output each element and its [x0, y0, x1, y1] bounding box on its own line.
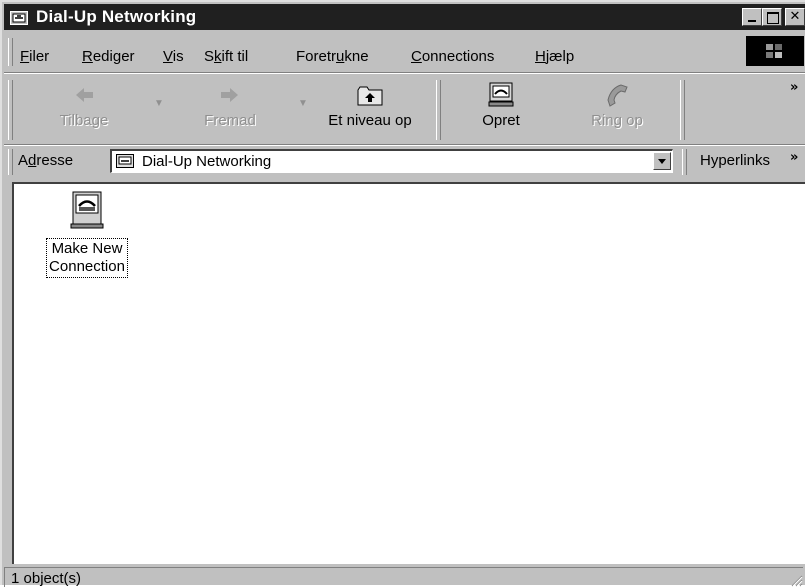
forward-button[interactable]: Fremad: [190, 82, 270, 138]
menu-filer[interactable]: Filer: [20, 48, 49, 65]
toolbar-grip[interactable]: [8, 80, 13, 140]
menu-grip[interactable]: [8, 38, 13, 66]
menu-vis[interactable]: Vis: [163, 48, 184, 65]
minimize-icon: [748, 20, 756, 22]
address-dropdown-button[interactable]: [653, 152, 671, 170]
status-bar: 1 object(s): [4, 565, 805, 587]
links-grip[interactable]: [682, 149, 687, 175]
file-list-view[interactable]: Make New Connection: [12, 182, 805, 564]
menu-connections[interactable]: Connections: [411, 48, 494, 65]
up-label: Et niveau op: [328, 112, 412, 129]
toolbar-overflow-chevron[interactable]: »: [790, 80, 798, 95]
explorer-window: Dial-Up Networking ✕ Filer Rediger Vis S…: [0, 0, 805, 587]
back-arrow-icon: [76, 88, 93, 102]
menu-skift-til[interactable]: Skift til: [204, 48, 248, 65]
back-dropdown-icon[interactable]: ▼: [154, 98, 164, 109]
toolbar-separator: [436, 80, 441, 140]
up-one-level-button[interactable]: Et niveau op: [316, 82, 424, 138]
create-label: Opret: [482, 112, 520, 129]
address-grip[interactable]: [8, 149, 13, 175]
dial-label: Ring op: [591, 112, 643, 129]
phone-icon: [607, 84, 628, 107]
window-title: Dial-Up Networking: [36, 7, 197, 26]
status-text: 1 object(s): [11, 570, 82, 587]
windows-flag-icon: [766, 44, 782, 58]
menu-toolbar-divider: [4, 72, 805, 74]
back-label: Tilbage: [59, 112, 109, 129]
status-pane: 1 object(s): [4, 567, 803, 587]
toolbar-end-separator: [680, 80, 685, 140]
links-overflow-chevron[interactable]: »: [790, 150, 798, 165]
windows-logo: [746, 36, 804, 66]
menu-rediger[interactable]: Rediger: [82, 48, 135, 65]
address-bar: Adresse Dial-Up Networking Hyperlinks »: [4, 146, 805, 178]
up-folder-icon: [357, 86, 383, 106]
forward-label: Fremad: [204, 112, 256, 129]
maximize-icon: [767, 12, 779, 24]
dial-button[interactable]: Ring op: [582, 82, 652, 138]
links-toolbar-label[interactable]: Hyperlinks: [700, 152, 770, 169]
title-bar[interactable]: Dial-Up Networking ✕: [4, 4, 805, 30]
close-icon: ✕: [789, 9, 801, 24]
menu-bar: Filer Rediger Vis Skift til Foretrukne C…: [4, 34, 805, 70]
forward-arrow-icon: [221, 88, 238, 102]
back-button[interactable]: Tilbage: [44, 82, 124, 138]
make-new-connection-label: Make New Connection: [46, 238, 128, 278]
make-new-connection-item[interactable]: Make New Connection: [32, 190, 142, 278]
menu-foretrukne[interactable]: Foretrukne: [296, 48, 369, 65]
address-value: Dial-Up Networking: [142, 153, 272, 170]
dialup-folder-icon: [10, 11, 28, 25]
minimize-button[interactable]: [742, 8, 762, 26]
make-new-connection-icon: [70, 191, 104, 229]
standard-toolbar: Tilbage ▼ Fremad ▼ Et niveau op Opret Ri…: [4, 76, 805, 144]
create-connection-icon: [488, 82, 514, 107]
address-label: Adresse: [18, 152, 74, 169]
maximize-button[interactable]: [762, 8, 782, 26]
create-connection-button[interactable]: Opret: [466, 82, 536, 138]
close-button[interactable]: ✕: [785, 8, 805, 26]
forward-dropdown-icon[interactable]: ▼: [298, 98, 308, 109]
address-combobox[interactable]: Dial-Up Networking: [110, 149, 673, 173]
dialup-folder-icon: [116, 154, 134, 168]
menu-hjaelp[interactable]: Hjælp: [535, 48, 574, 65]
